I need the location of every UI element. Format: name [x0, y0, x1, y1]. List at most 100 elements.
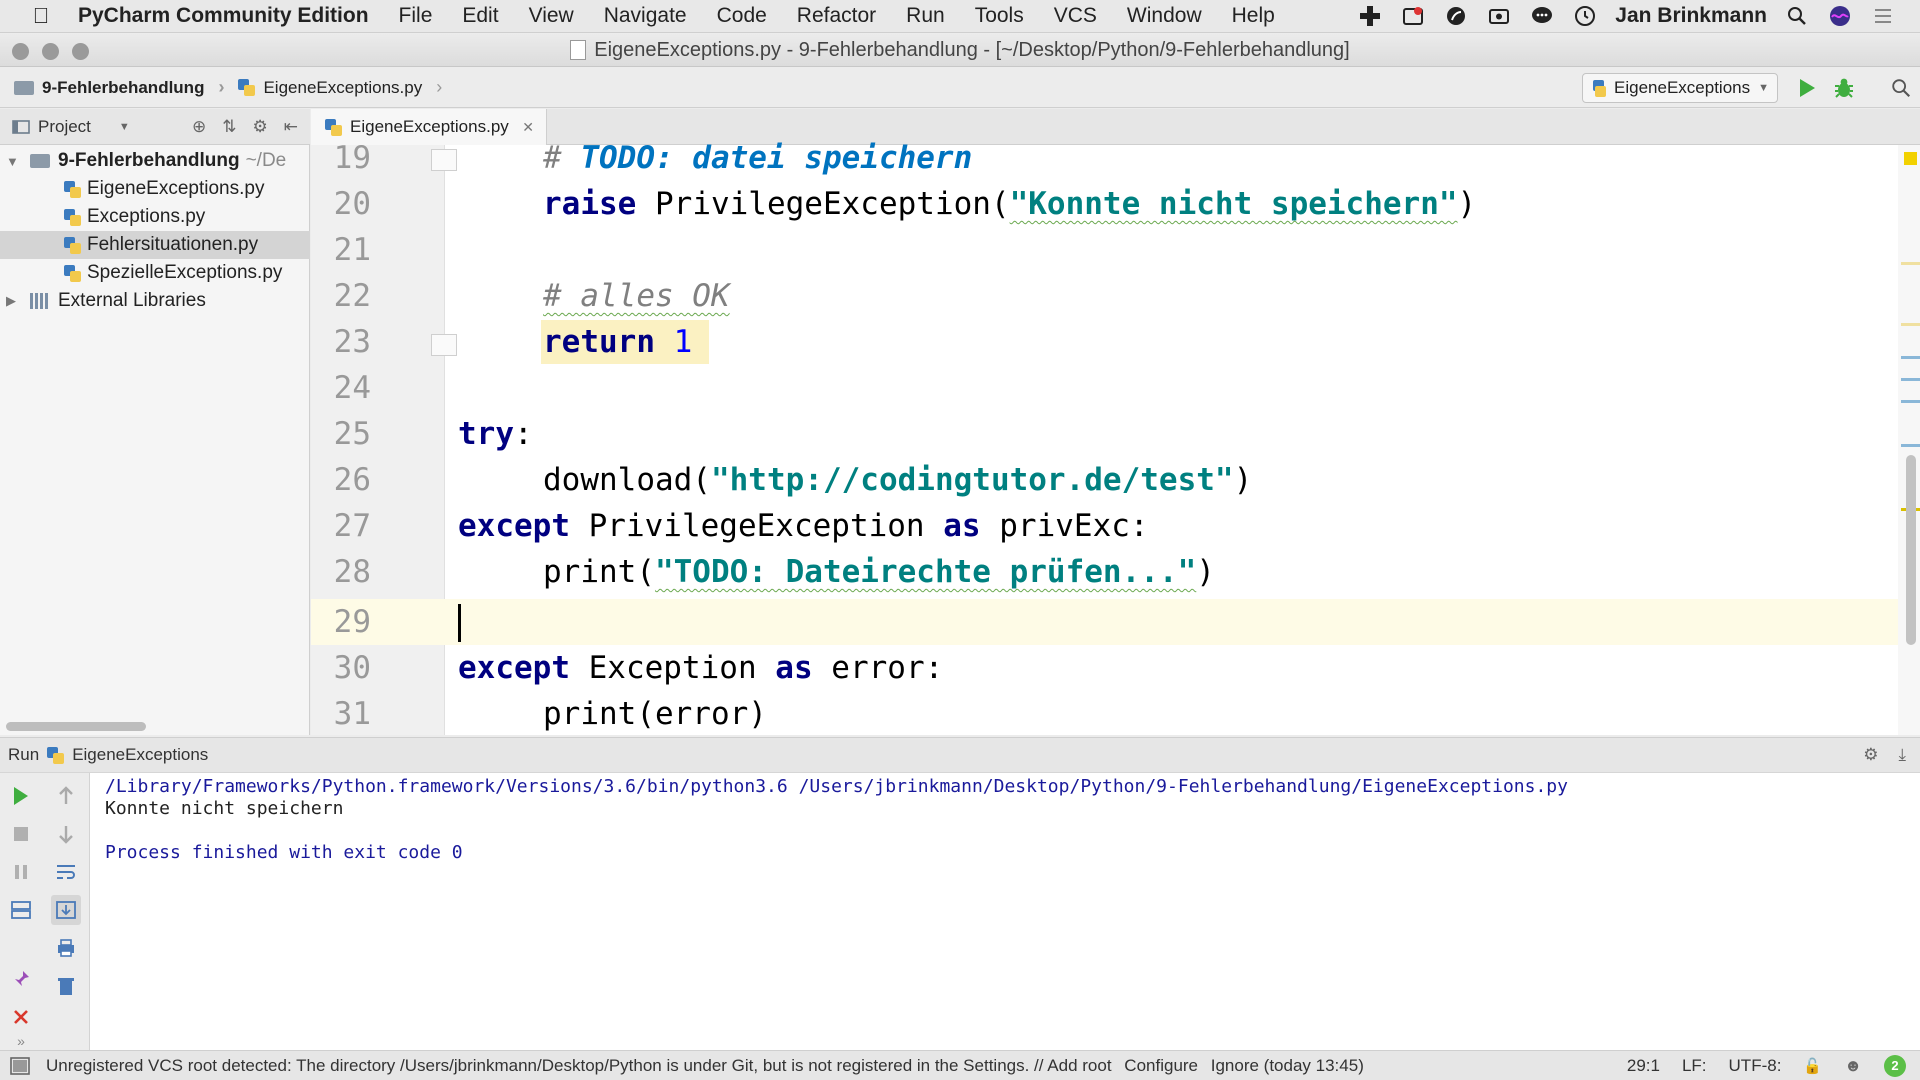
breadcrumb-file[interactable]: EigeneExceptions.py › — [224, 77, 442, 98]
menu-refactor[interactable]: Refactor — [782, 0, 891, 32]
keyword: except — [458, 650, 570, 686]
gear-icon[interactable]: ⚙ — [253, 117, 268, 137]
pause-button[interactable] — [6, 857, 36, 887]
tree-item-project-root[interactable]: ▼ 9-Fehlerbehandlung ~/De — [0, 147, 310, 175]
line-number: 23 — [333, 324, 371, 360]
code-text: PrivilegeException( — [636, 186, 1010, 222]
gear-icon[interactable]: ⚙ — [1863, 745, 1878, 765]
tree-item-file[interactable]: SpezielleExceptions.py — [0, 259, 310, 287]
scroll-to-end-button[interactable] — [51, 895, 81, 925]
error-stripe[interactable] — [1898, 145, 1920, 735]
spotlight-search-icon[interactable] — [1784, 3, 1810, 29]
inspector-icon[interactable]: ☻ — [1844, 1056, 1862, 1076]
todo-comment: TODO: datei speichern — [580, 140, 973, 176]
run-panel-config-name[interactable]: EigeneExceptions — [72, 745, 208, 765]
project-view-label[interactable]: Project — [38, 117, 91, 137]
run-configuration-dropdown[interactable]: EigeneExceptions ▼ — [1582, 73, 1778, 103]
caret-position[interactable]: 29:1 — [1627, 1056, 1660, 1076]
clear-all-button[interactable] — [51, 971, 81, 1001]
menu-window[interactable]: Window — [1112, 0, 1217, 32]
stripe-marker[interactable] — [1901, 323, 1920, 326]
menu-navigate[interactable]: Navigate — [589, 0, 702, 32]
line-number: 21 — [333, 232, 371, 268]
event-log-badge[interactable]: 2 — [1884, 1054, 1906, 1077]
minimize-panel-icon[interactable]: ⤓ — [1898, 745, 1906, 765]
menubar-user-name[interactable]: Jan Brinkmann — [1615, 4, 1767, 28]
stop-button[interactable] — [6, 819, 36, 849]
hide-panel-icon[interactable]: ⇤ — [284, 117, 298, 137]
collapse-all-icon[interactable]: ⇅ — [222, 117, 236, 137]
apple-menu-icon[interactable]:  — [20, 3, 62, 29]
scroll-down-button[interactable] — [51, 819, 81, 849]
menu-help[interactable]: Help — [1217, 0, 1290, 32]
tree-item-label: SpezielleExceptions.py — [87, 262, 283, 283]
menu-view[interactable]: View — [514, 0, 589, 32]
menu-tools[interactable]: Tools — [960, 0, 1039, 32]
printer-icon — [58, 939, 74, 957]
camera-icon[interactable] — [1486, 3, 1512, 29]
run-button[interactable] — [1794, 75, 1820, 101]
tree-item-external-libraries[interactable]: ▶ External Libraries — [0, 287, 310, 315]
stripe-marker[interactable] — [1901, 356, 1920, 359]
fold-marker-icon[interactable] — [431, 149, 457, 171]
tree-item-file[interactable]: EigeneExceptions.py — [0, 175, 310, 203]
debug-button[interactable] — [1831, 75, 1857, 101]
tree-item-file-selected[interactable]: Fehlersituationen.py — [0, 231, 310, 259]
editor-vertical-scrollbar[interactable] — [1906, 455, 1916, 645]
warning-indicator-icon[interactable] — [1904, 152, 1917, 165]
notification-center-icon[interactable] — [1870, 3, 1896, 29]
layout-button[interactable] — [6, 895, 36, 925]
window-minimize-button[interactable] — [42, 43, 59, 60]
pin-tab-button[interactable] — [6, 964, 36, 994]
status-bar: Unregistered VCS root detected: The dire… — [0, 1050, 1920, 1080]
leaf-icon[interactable] — [1443, 3, 1469, 29]
expanded-arrow-icon[interactable]: ▼ — [6, 154, 20, 169]
collapsed-arrow-icon[interactable]: ▶ — [6, 293, 20, 309]
stripe-marker[interactable] — [1901, 378, 1920, 381]
soft-wrap-button[interactable] — [51, 857, 81, 887]
pin-icon — [15, 971, 29, 986]
rerun-button[interactable] — [6, 781, 36, 811]
window-zoom-button[interactable] — [72, 43, 89, 60]
plus-cross-icon[interactable] — [1357, 3, 1383, 29]
chat-bubble-icon[interactable] — [1529, 3, 1555, 29]
menu-run[interactable]: Run — [891, 0, 960, 32]
run-panel-title[interactable]: Run — [8, 745, 39, 765]
breadcrumb-project[interactable]: 9-Fehlerbehandlung › — [0, 77, 224, 98]
tree-item-label: Fehlersituationen.py — [87, 234, 259, 255]
close-run-button[interactable] — [6, 1002, 36, 1032]
run-console-output[interactable]: /Library/Frameworks/Python.framework/Ver… — [90, 773, 1920, 1050]
more-actions-icon[interactable]: » — [6, 1033, 36, 1049]
chevron-down-icon[interactable]: ▼ — [119, 121, 130, 133]
stripe-marker[interactable] — [1901, 400, 1920, 403]
wrap-lines-icon — [57, 865, 75, 879]
menu-file[interactable]: File — [384, 0, 448, 32]
locate-target-icon[interactable]: ⊕ — [192, 117, 206, 137]
close-icon[interactable]: ✕ — [522, 119, 534, 136]
tool-windows-toggle-icon[interactable] — [10, 1057, 30, 1075]
configure-link[interactable]: Configure — [1124, 1056, 1198, 1075]
siri-icon[interactable] — [1827, 3, 1853, 29]
window-close-button[interactable] — [12, 43, 29, 60]
line-separator-selector[interactable]: LF: — [1682, 1056, 1707, 1076]
search-everywhere-button[interactable] — [1888, 75, 1914, 101]
fold-marker-icon[interactable] — [431, 334, 457, 356]
stripe-marker[interactable] — [1901, 262, 1920, 265]
scroll-up-button[interactable] — [51, 781, 81, 811]
recording-app-icon[interactable] — [1400, 3, 1426, 29]
time-machine-icon[interactable] — [1572, 3, 1598, 29]
stripe-marker[interactable] — [1901, 444, 1920, 447]
print-button[interactable] — [51, 933, 81, 963]
run-triangle-icon — [1800, 79, 1815, 97]
menu-vcs[interactable]: VCS — [1039, 0, 1112, 32]
ignore-link[interactable]: Ignore (today 13:45) — [1211, 1056, 1364, 1075]
menu-app-name[interactable]: PyCharm Community Edition — [62, 0, 384, 32]
menu-edit[interactable]: Edit — [447, 0, 513, 32]
tree-item-file[interactable]: Exceptions.py — [0, 203, 310, 231]
menu-code[interactable]: Code — [702, 0, 782, 32]
project-panel-header: Project ▼ ⊕ ⇅ ⚙ ⇤ — [0, 109, 310, 145]
python-file-icon — [1593, 79, 1607, 97]
project-horizontal-scrollbar[interactable] — [6, 722, 146, 731]
lock-icon[interactable]: 🔓 — [1803, 1057, 1822, 1075]
encoding-selector[interactable]: UTF-8: — [1729, 1056, 1782, 1076]
